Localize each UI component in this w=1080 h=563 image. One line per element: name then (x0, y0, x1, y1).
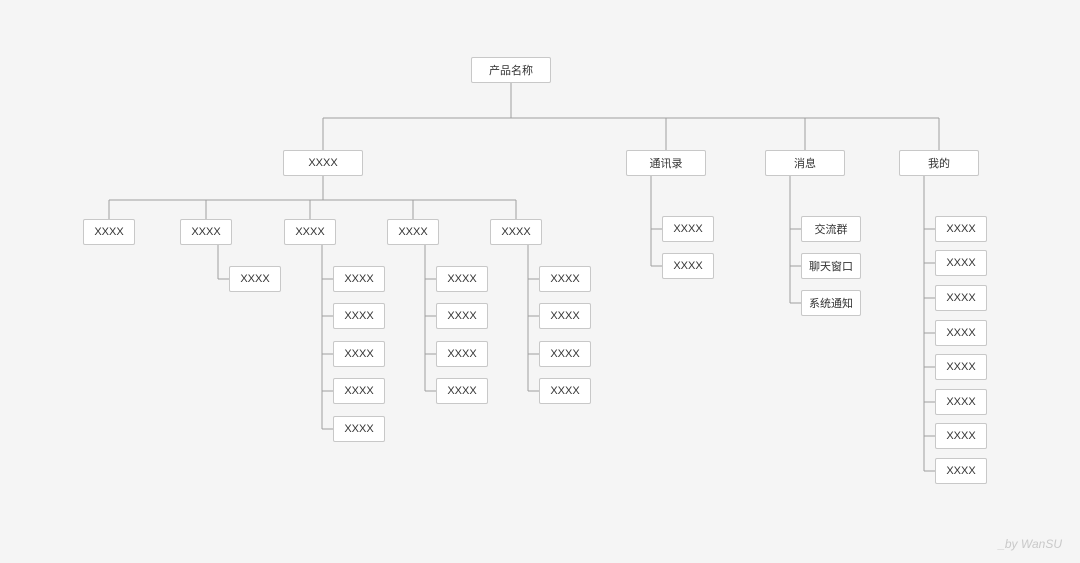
credit-text: _by WanSU (998, 537, 1062, 551)
node-l1-b: 通讯录 (626, 150, 706, 176)
node-d-leaf: XXXX (935, 354, 987, 380)
diagram-canvas: { "root": { "label": "产品名称" }, "l1": { "… (0, 0, 1080, 563)
node-a3-leaf: XXXX (333, 266, 385, 292)
node-l1-d: 我的 (899, 150, 979, 176)
node-d-leaf: XXXX (935, 285, 987, 311)
node-d-leaf: XXXX (935, 458, 987, 484)
node-a5-leaf: XXXX (539, 378, 591, 404)
node-a4-leaf: XXXX (436, 266, 488, 292)
node-a-child-3: XXXX (284, 219, 336, 245)
node-a5-leaf: XXXX (539, 341, 591, 367)
node-d-leaf: XXXX (935, 250, 987, 276)
node-a3-leaf: XXXX (333, 416, 385, 442)
node-d-leaf: XXXX (935, 216, 987, 242)
node-a-child-2: XXXX (180, 219, 232, 245)
node-root: 产品名称 (471, 57, 551, 83)
node-d-leaf: XXXX (935, 423, 987, 449)
node-a3-leaf: XXXX (333, 341, 385, 367)
node-a5-leaf: XXXX (539, 266, 591, 292)
node-b-leaf: XXXX (662, 253, 714, 279)
node-a-child-1: XXXX (83, 219, 135, 245)
node-a-child-5: XXXX (490, 219, 542, 245)
node-a2-leaf: XXXX (229, 266, 281, 292)
node-l1-a: XXXX (283, 150, 363, 176)
node-d-leaf: XXXX (935, 389, 987, 415)
node-a5-leaf: XXXX (539, 303, 591, 329)
node-d-leaf: XXXX (935, 320, 987, 346)
node-a4-leaf: XXXX (436, 303, 488, 329)
node-a4-leaf: XXXX (436, 341, 488, 367)
node-a3-leaf: XXXX (333, 378, 385, 404)
node-c-leaf: 系统通知 (801, 290, 861, 316)
node-c-leaf: 交流群 (801, 216, 861, 242)
node-a4-leaf: XXXX (436, 378, 488, 404)
node-c-leaf: 聊天窗口 (801, 253, 861, 279)
node-a3-leaf: XXXX (333, 303, 385, 329)
node-l1-c: 消息 (765, 150, 845, 176)
node-a-child-4: XXXX (387, 219, 439, 245)
node-b-leaf: XXXX (662, 216, 714, 242)
